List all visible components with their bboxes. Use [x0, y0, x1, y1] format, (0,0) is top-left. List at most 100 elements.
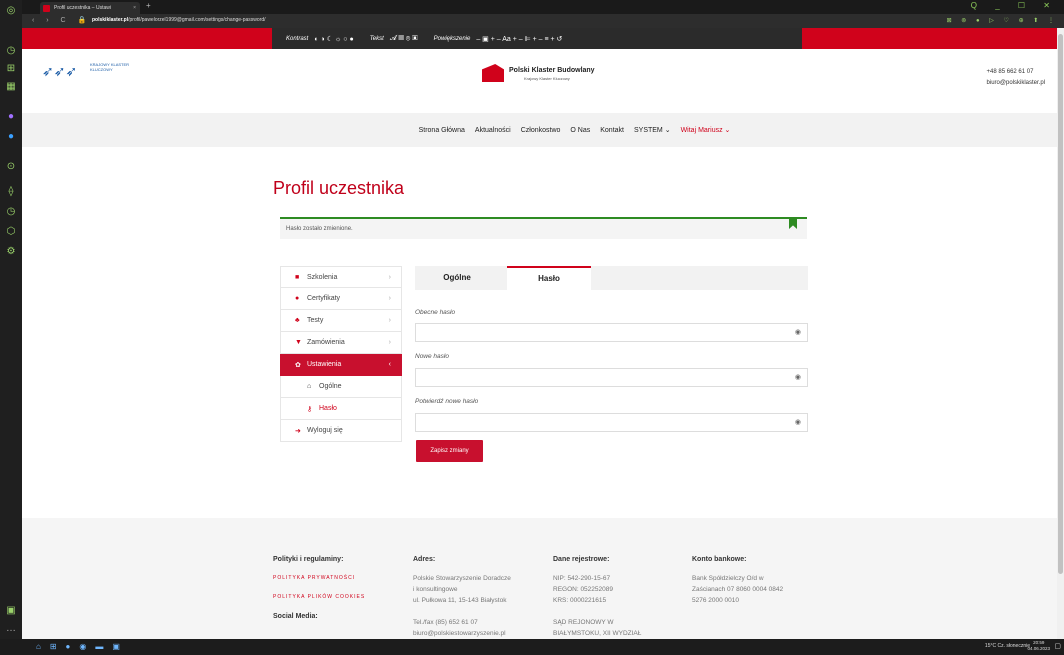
pin-icon[interactable]: ⟠ [4, 185, 18, 199]
privacy-policy-link[interactable]: POLITYKA PRYWATNOŚCI [273, 573, 403, 584]
address-bar: ‹ › C 🔒 polskiklaster.pl/profil/pawelorz… [22, 14, 1064, 28]
nav-buttons[interactable]: ‹ › C 🔒 [32, 16, 91, 24]
browser-tab[interactable]: Profil uczestnika – Ustawi × [40, 2, 140, 14]
footer-email-link[interactable]: biuro@polskiestowarzyszenie.pl [413, 628, 543, 639]
save-changes-button[interactable]: Zapisz zmiany [416, 440, 483, 462]
sidebar-item-label: Testy [307, 317, 324, 324]
sidebar-item-trainings[interactable]: ■ Szkolenia › [280, 266, 402, 288]
footer-heading: Konto bankowe: [692, 556, 747, 563]
cookies-policy-link[interactable]: POLITYKA PLIKÓW COOKIES [273, 592, 403, 603]
chevron-right-icon: › [388, 317, 391, 324]
bookmark-flag-icon [789, 217, 797, 229]
page-scrollbar[interactable] [1057, 28, 1064, 639]
clock-icon[interactable]: ◷ [4, 205, 18, 219]
footer-line: NIP: 542-290-15-67 [553, 575, 611, 582]
new-password-field[interactable]: ◉ [415, 368, 808, 387]
eye-icon[interactable]: ◉ [795, 328, 801, 336]
nav-item-news[interactable]: Aktualności [475, 127, 511, 134]
confirm-password-field[interactable]: ◉ [415, 413, 808, 432]
profile-sidebar: ■ Szkolenia › ● Certyfikaty › ♣ Testy › ▼ Zamów… [280, 266, 402, 442]
window-controls[interactable]: Q _ ☐ ✕ [971, 1, 1058, 10]
header-email[interactable]: biuro@polskiklaster.pl [987, 78, 1045, 89]
logout-icon: ➜ [295, 427, 301, 435]
nav-user-menu[interactable]: Witaj Mariusz ⌄ [681, 126, 731, 134]
sidebar-item-orders[interactable]: ▼ Zamówienia › [280, 332, 402, 354]
bag-icon: ■ [295, 273, 300, 281]
nav-item-membership[interactable]: Członkostwo [521, 127, 561, 134]
footer-line: REGON: 052252089 [553, 586, 613, 593]
taskbar-app-icons[interactable]: ⌂⊞●◉▬▣ [36, 642, 129, 651]
nav-item-system[interactable]: SYSTEM ⌄ [634, 126, 671, 134]
chevron-right-icon: › [388, 339, 391, 346]
text-label: Tekst [369, 35, 384, 42]
gear-icon: ✿ [295, 361, 301, 369]
logo-left-text: KRAJOWY KLASTER KLUCZOWY [90, 62, 130, 72]
footer-line: SĄD REJONOWY W [553, 619, 614, 626]
new-tab-button[interactable]: + [146, 1, 151, 10]
footer-line: ul. Pułkowa 11, 15-143 Białystok [413, 597, 507, 604]
contrast-label: Kontrast [286, 35, 309, 42]
certificate-icon: ● [295, 295, 300, 302]
zoom-icons[interactable]: – ▣ + – Aa + – ⊫ + – ≡ + ↺ [476, 35, 562, 43]
sidebar-item-label: Ogólne [319, 383, 342, 390]
chevron-left-icon: ‹ [388, 361, 391, 368]
os-taskbar: ⌂⊞●◉▬▣ 15°C Cz. słonecznie 20:59 04.06.2… [0, 639, 1064, 655]
logo-mark-icon [482, 64, 504, 82]
sidebar-item-tests[interactable]: ♣ Testy › [280, 310, 402, 332]
close-tab-icon[interactable]: × [133, 2, 136, 14]
sidebar-item-label: Szkolenia [307, 273, 338, 281]
clock-date: 04.06.2023 [1027, 646, 1050, 651]
scrollbar-thumb[interactable] [1058, 34, 1063, 574]
panel-icon[interactable]: ▣ [4, 604, 18, 618]
text-icons[interactable]: 𝓐 ▤ ⊚ ▣ [390, 35, 418, 43]
sidebar-subitem-general[interactable]: ⌂ Ogólne [280, 376, 402, 398]
footer-col-address: Adres: Polskie Stowarzyszenie Doradcze i… [413, 554, 543, 639]
favicon-icon [43, 5, 50, 12]
bag-icon[interactable]: ⊞ [4, 62, 18, 76]
contrast-icons[interactable]: ◐ ◑ ☾ ☼ ○ ● [314, 35, 353, 43]
twitter-icon[interactable]: ● [4, 130, 18, 144]
player-icon[interactable]: ⊙ [4, 160, 18, 174]
nav-item-about[interactable]: O Nas [570, 127, 590, 134]
history-icon[interactable]: ◷ [4, 44, 18, 58]
cube-icon[interactable]: ⬡ [4, 225, 18, 239]
krajowy-klaster-logo[interactable]: ➶➶➶ KRAJOWY KLASTER KLUCZOWY [42, 62, 129, 80]
sidebar-item-settings[interactable]: ✿ Ustawienia ‹ [280, 354, 402, 376]
notifications-icon[interactable]: ▢ [1054, 642, 1061, 650]
apps-icon[interactable]: ▦ [4, 80, 18, 94]
browser-menu-icon[interactable]: ◎ [4, 4, 18, 18]
nav-item-contact[interactable]: Kontakt [600, 127, 624, 134]
footer-line [413, 606, 543, 617]
footer-line: Tel./fax (85) 652 61 07 [413, 619, 478, 626]
web-page: Kontrast ◐ ◑ ☾ ☼ ○ ● Tekst 𝓐 ▤ ⊚ ▣ Powię… [22, 28, 1057, 639]
sidebar-item-logout[interactable]: ➜ Wyloguj się [280, 420, 402, 442]
settings-icon[interactable]: ⚙ [4, 245, 18, 259]
url-field[interactable]: polskiklaster.pl/profil/pawelorzel1999@g… [92, 17, 266, 23]
tab-password[interactable]: Hasło [507, 266, 591, 290]
footer-line: Zaścianach 07 8060 0004 0842 [692, 586, 784, 593]
social-media-heading: Social Media: [273, 613, 318, 620]
tab-bar: Profil uczestnika – Ustawi × + Q _ ☐ ✕ [22, 0, 1064, 14]
messenger-icon[interactable]: ● [4, 110, 18, 124]
eye-icon[interactable]: ◉ [795, 418, 801, 426]
tab-general[interactable]: Ogólne [415, 266, 499, 290]
taskbar-clock[interactable]: 20:59 04.06.2023 [1027, 640, 1050, 652]
current-password-field[interactable]: ◉ [415, 323, 808, 342]
chevron-right-icon: › [388, 295, 391, 302]
more-icon[interactable]: … [4, 622, 18, 636]
sidebar-subitem-password[interactable]: ⚷ Hasło [280, 398, 402, 420]
tab-title: Profil uczestnika – Ustawi [54, 5, 111, 11]
eye-icon[interactable]: ◉ [795, 373, 801, 381]
extension-icons[interactable]: ⊠ ⊚ ● ▷ ♡ ⊕ ⬆ ⋮ [947, 17, 1058, 24]
sidebar-item-label: Wyloguj się [307, 427, 343, 434]
test-icon: ♣ [295, 317, 300, 324]
key-icon: ⚷ [307, 405, 313, 413]
nav-item-home[interactable]: Strona Główna [419, 127, 465, 134]
url-path: /profil/pawelorzel1999@gmail.com/setting… [128, 17, 266, 23]
sidebar-item-label: Zamówienia [307, 339, 345, 346]
footer-line: Bank Spółdzielczy O/d w [692, 575, 764, 582]
header-phone[interactable]: +48 85 662 61 07 [987, 67, 1045, 78]
logo-name: Polski Klaster Budowlany [509, 67, 595, 74]
taskbar-weather[interactable]: 15°C Cz. słonecznie [985, 643, 1030, 649]
sidebar-item-certificates[interactable]: ● Certyfikaty › [280, 288, 402, 310]
